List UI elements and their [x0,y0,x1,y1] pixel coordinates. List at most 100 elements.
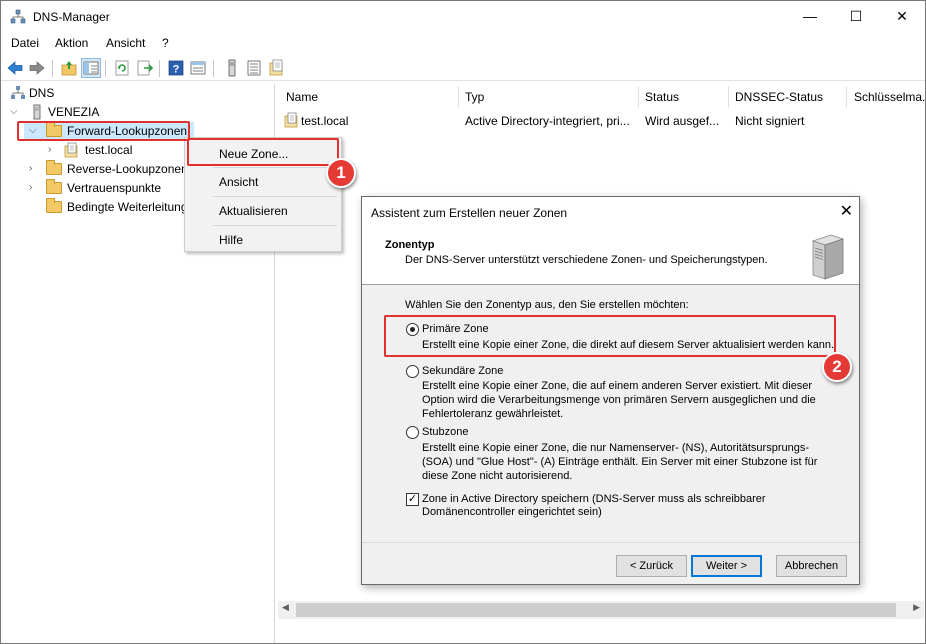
annotation-highlight-primaere-zone [384,315,836,357]
forward-arrow-icon[interactable] [28,59,46,77]
ad-integration-label[interactable]: Zone in Active Directory speichern (DNS-… [422,493,766,507]
menu-item-aktualisieren[interactable]: Aktualisieren [219,204,288,218]
wizard-subheading: Der DNS-Server unterstützt verschiedene … [405,254,768,266]
column-header-dnssec[interactable]: DNSSEC-Status [735,90,823,104]
tree-item-venezia[interactable]: ⌵ VENEZIA [8,103,208,121]
annotation-highlight-neue-zone [187,138,339,166]
dns-network-icon [11,86,25,99]
refresh-icon[interactable] [113,59,131,77]
tree-item-vertrauenspunkte[interactable]: › Vertrauenspunkte [24,179,194,197]
dns-manager-app-icon [10,9,26,24]
tree-label-dns: DNS [29,86,55,100]
maximize-button[interactable]: ☐ [833,1,879,31]
tree-item-test-local[interactable]: › test.local [46,141,166,159]
back-button[interactable]: < Zurück [616,555,687,577]
zone-file-icon[interactable] [267,59,285,77]
server-tower-icon [811,234,845,280]
tree-item-reverse-lookupzonen[interactable]: › Reverse-Lookupzonen [24,160,194,178]
sekundaere-zone-label[interactable]: Sekundäre Zone [422,365,503,379]
column-divider[interactable] [638,86,639,108]
wizard-title-bar: Assistent zum Erstellen neuer Zonen ✕ [362,197,859,227]
zone-icon [64,142,78,158]
radio-sekundaere-zone[interactable] [406,365,419,378]
zone-icon [284,112,298,128]
folder-icon [46,160,62,175]
menu-aktion[interactable]: Aktion [55,36,88,50]
wizard-header: Zonentyp Der DNS-Server unterstützt vers… [362,227,859,285]
cell-dnssec: Nicht signiert [735,114,805,128]
dns-manager-window: DNS-Manager — ☐ ✕ Datei Aktion Ansicht ?… [0,0,926,644]
stubzone-description-line: (SOA) und "Glue Host"- (A) Einträge enth… [422,456,818,468]
minimize-button[interactable]: — [787,1,833,31]
wizard-close-icon[interactable]: ✕ [840,201,853,221]
menu-item-ansicht[interactable]: Ansicht [219,175,258,189]
new-zone-wizard-dialog: Assistent zum Erstellen neuer Zonen ✕ Zo… [361,196,860,585]
column-divider[interactable] [458,86,459,108]
menu-bar: Datei Aktion Ansicht ? [1,33,925,53]
tree-label-trust: Vertrauenspunkte [67,181,162,195]
chevron-right-icon[interactable]: › [48,141,51,159]
menu-separator [213,167,337,168]
sekundaere-zone-description-line: Erstellt eine Kopie einer Zone, die auf … [422,380,813,392]
wizard-divider [362,542,859,543]
cancel-button[interactable]: Abbrechen [776,555,847,577]
wizard-heading: Zonentyp [385,239,435,251]
column-header-typ[interactable]: Typ [465,90,484,104]
menu-help[interactable]: ? [162,36,169,50]
window-title: DNS-Manager [33,10,110,24]
menu-separator [213,196,337,197]
record-list-icon[interactable] [245,59,263,77]
toolbar-separator [52,60,53,77]
server-icon [33,104,41,120]
chevron-right-icon[interactable]: › [29,160,32,178]
close-button[interactable]: ✕ [879,1,925,31]
sekundaere-zone-description-line: Option wird die Verarbeitungsmenge von p… [422,394,816,406]
toolbar-separator [213,60,214,77]
console-tree-icon[interactable] [81,58,101,78]
menu-ansicht[interactable]: Ansicht [106,36,145,50]
cell-name: test.local [301,114,349,128]
column-header-status[interactable]: Status [645,90,679,104]
step-badge-1: 1 [326,158,356,188]
scrollbar-thumb[interactable] [296,603,896,617]
column-header-name[interactable]: Name [286,90,318,104]
title-bar: DNS-Manager — ☐ ✕ [1,1,925,33]
scroll-right-icon[interactable]: ▶ [913,602,920,613]
show-hide-action-pane-icon[interactable] [189,59,207,77]
toolbar-separator [159,60,160,77]
server-icon[interactable] [223,59,241,77]
next-button[interactable]: Weiter > [691,555,762,577]
tree-label-test-local: test.local [85,143,133,157]
folder-icon [46,198,62,213]
annotation-highlight-forward [17,121,190,141]
radio-stubzone[interactable] [406,426,419,439]
tree-label-reverse: Reverse-Lookupzonen [67,162,188,176]
horizontal-scrollbar[interactable]: ◀ ▶ [278,601,924,619]
help-icon[interactable]: ? [167,59,185,77]
wizard-title: Assistent zum Erstellen neuer Zonen [371,206,568,220]
column-divider[interactable] [728,86,729,108]
toolbar-separator [105,60,106,77]
cell-status: Wird ausgef... [645,114,720,128]
up-folder-icon[interactable] [60,59,78,77]
column-divider[interactable] [846,86,847,108]
stubzone-description-line: Erstellt eine Kopie einer Zone, die nur … [422,442,810,454]
export-list-icon[interactable] [135,59,153,77]
chevron-right-icon[interactable]: › [29,179,32,197]
menu-separator [213,225,337,226]
toolbar: ? [1,55,925,81]
folder-icon [46,179,62,194]
menu-datei[interactable]: Datei [11,36,39,50]
back-arrow-icon[interactable] [6,59,24,77]
tree-label-venezia: VENEZIA [48,105,100,119]
tree-label-conditional: Bedingte Weiterleitung [67,200,188,214]
menu-item-hilfe[interactable]: Hilfe [219,233,243,247]
cell-typ: Active Directory-integriert, pri... [465,114,630,128]
column-header-schluessel[interactable]: Schlüsselma... [854,90,925,104]
stubzone-description-line: diese Zone nicht autorisierend. [422,470,573,482]
chevron-down-icon[interactable]: ⌵ [10,103,18,121]
scroll-left-icon[interactable]: ◀ [282,602,289,613]
ad-integration-checkbox[interactable]: ✓ [406,493,419,506]
tree-item-bedingte-weiterleitung[interactable]: Bedingte Weiterleitung [24,198,204,216]
stubzone-label[interactable]: Stubzone [422,426,468,440]
